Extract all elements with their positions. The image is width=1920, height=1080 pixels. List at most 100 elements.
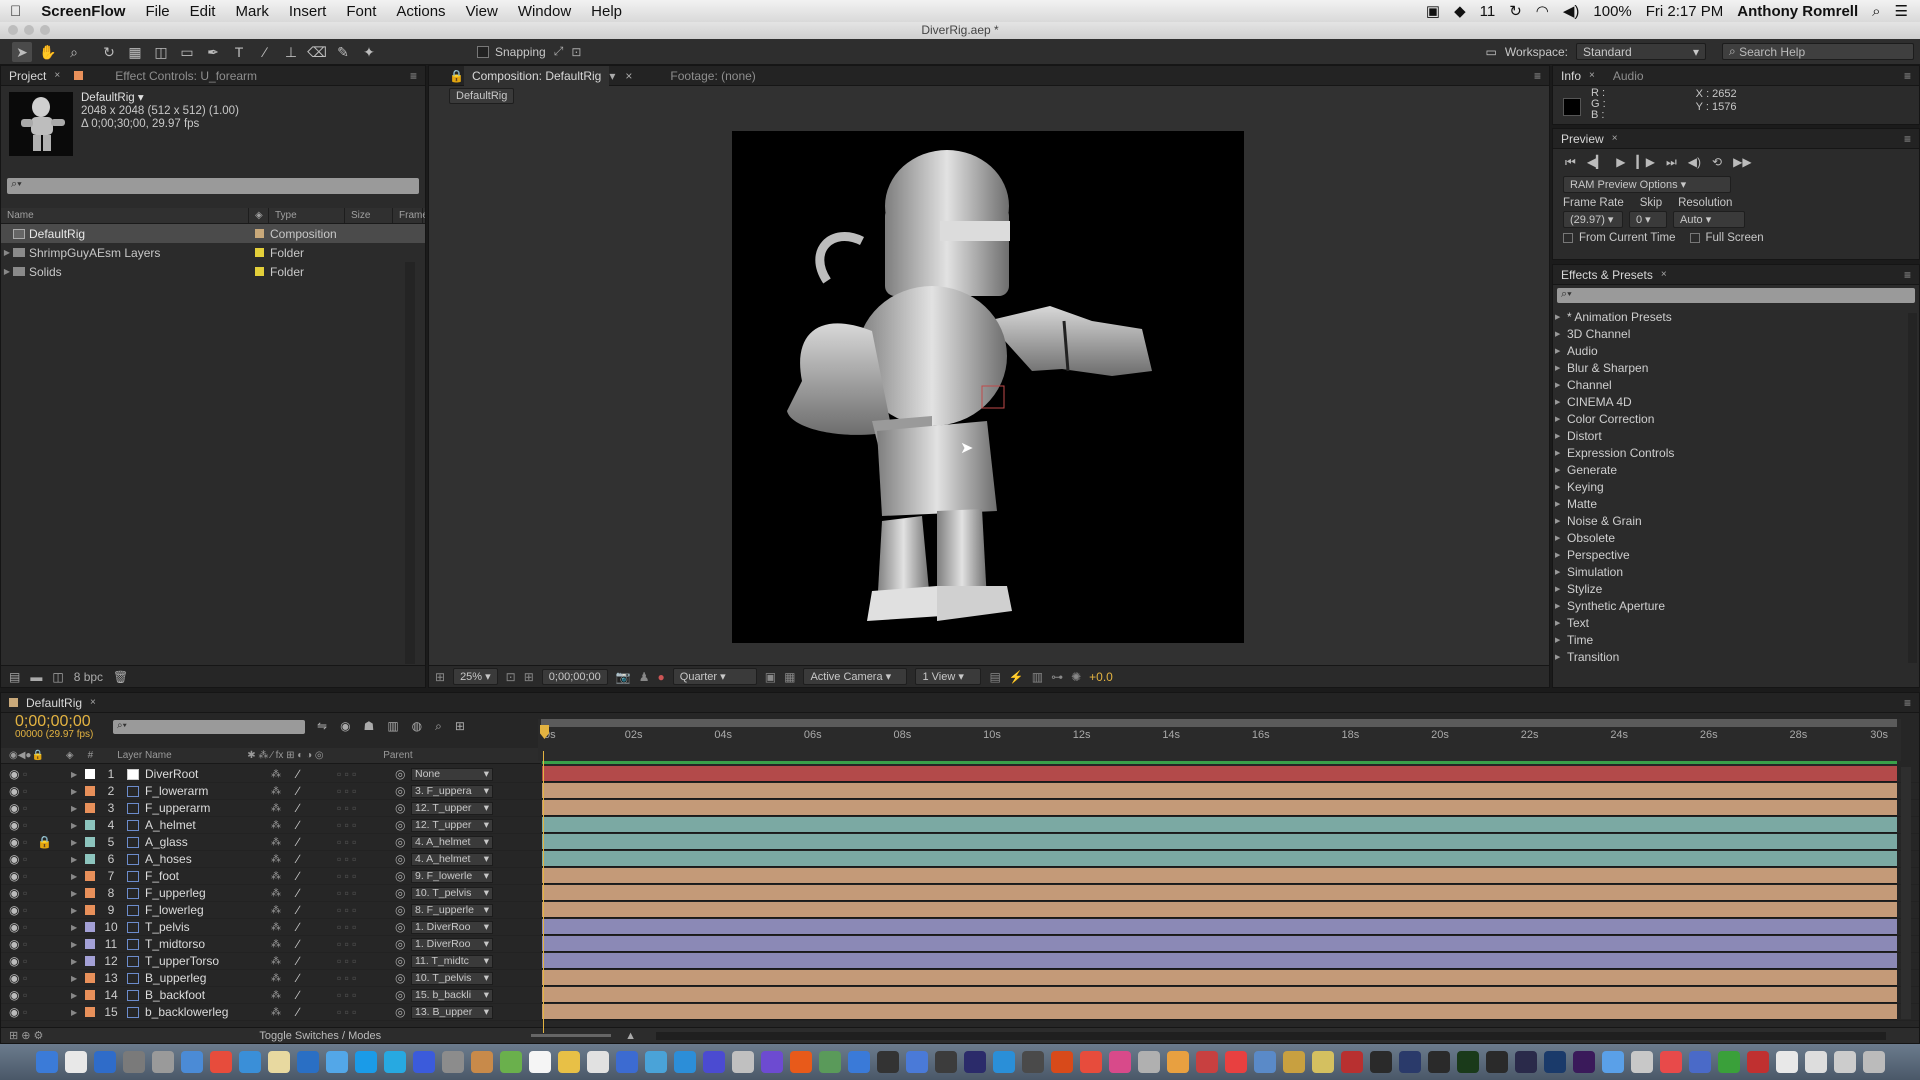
menu-window[interactable]: Window	[508, 3, 581, 20]
hand-tool-icon[interactable]: ✋	[38, 42, 58, 62]
layer-duration-bar[interactable]	[542, 970, 1897, 986]
eraser-tool-icon[interactable]: ⌫	[307, 42, 327, 62]
expand-triangle-icon[interactable]: ▶	[1, 248, 13, 257]
layer-row[interactable]: ◉ ▫ ▶ 7 F_foot ⁂ ∕ ▫ ▫ ▫ ◎ 9. F_lowerle ▾	[1, 868, 1919, 885]
pickwhip-icon[interactable]: ◎	[395, 886, 411, 900]
camera-icon[interactable]: ▣	[1426, 2, 1440, 20]
layer-label-swatch[interactable]	[85, 1007, 95, 1017]
fit-icon[interactable]: ⊡	[506, 670, 516, 684]
parent-select[interactable]: 12. T_upper ▾	[411, 801, 493, 815]
effect-category[interactable]: Generate	[1553, 462, 1919, 479]
shy-switch-icon[interactable]: ⁂	[271, 837, 297, 848]
solo-checkbox[interactable]: ▫	[23, 903, 37, 917]
layer-duration-bar[interactable]	[542, 902, 1897, 918]
layer-label-swatch[interactable]	[85, 939, 95, 949]
switch-boxes[interactable]: ▫ ▫ ▫	[337, 920, 395, 934]
tab-info[interactable]: Info	[1553, 66, 1589, 86]
layer-row[interactable]: ◉ ▫ ▶ 10 T_pelvis ⁂ ∕ ▫ ▫ ▫ ◎ 1. DiverRoo ▾	[1, 919, 1919, 936]
channel-icon[interactable]: ●	[658, 670, 665, 684]
pickwhip-icon[interactable]: ◎	[395, 1005, 411, 1019]
minimize-window-button[interactable]	[24, 25, 34, 35]
dock-app-icon[interactable]	[905, 1051, 928, 1073]
project-row-composition[interactable]: DefaultRig Composition	[1, 224, 425, 243]
close-icon[interactable]: ×	[625, 69, 632, 83]
dock-app-icon[interactable]	[296, 1051, 319, 1073]
layer-row[interactable]: ◉ ▫ ▶ 4 A_helmet ⁂ ∕ ▫ ▫ ▫ ◎ 12. T_upper ▾	[1, 817, 1919, 834]
switch-boxes[interactable]: ▫ ▫ ▫	[337, 954, 395, 968]
pickwhip-icon[interactable]: ◎	[395, 920, 411, 934]
shy-switch-icon[interactable]: ⁂	[271, 854, 297, 865]
toggle-pixel-aspect-icon[interactable]: ▤	[989, 670, 1000, 684]
dock-app-icon[interactable]	[1079, 1051, 1102, 1073]
layer-duration-bar[interactable]	[542, 936, 1897, 952]
dock-app-icon[interactable]	[1601, 1051, 1624, 1073]
expand-triangle-icon[interactable]: ▶	[71, 838, 85, 847]
parent-select[interactable]: 4. A_helmet ▾	[411, 835, 493, 849]
zoom-slider[interactable]	[531, 1034, 612, 1037]
layer-name[interactable]: B_backfoot	[145, 988, 271, 1002]
expand-triangle-icon[interactable]: ▶	[71, 991, 85, 1000]
solo-checkbox[interactable]: ▫	[23, 1005, 37, 1019]
expand-triangle-icon[interactable]: ▶	[71, 1008, 85, 1017]
layer-name[interactable]: A_helmet	[145, 818, 271, 832]
lock-checkbox[interactable]: 🔒	[37, 835, 53, 849]
dock-app-icon[interactable]	[1427, 1051, 1450, 1073]
resolution-select[interactable]: Quarter ▾	[672, 668, 757, 685]
layer-row[interactable]: ◉ ▫ ▶ 13 B_upperleg ⁂ ∕ ▫ ▫ ▫ ◎ 10. T_pelvis ▾	[1, 970, 1919, 987]
effects-scrollbar[interactable]	[1908, 313, 1917, 663]
close-icon[interactable]: ×	[1589, 70, 1595, 81]
exposure-icon[interactable]: ✺	[1071, 670, 1081, 684]
snapshot-icon[interactable]: 📷	[616, 670, 631, 684]
project-item-name[interactable]: DefaultRig ▾	[81, 92, 239, 105]
shy-switch-icon[interactable]: ⁂	[271, 786, 297, 797]
lock-icon[interactable]: 🔒	[449, 69, 464, 83]
expand-triangle-icon[interactable]: ▶	[71, 923, 85, 932]
layer-duration-bar[interactable]	[542, 987, 1897, 1003]
eye-icon[interactable]: ◉	[9, 886, 23, 900]
dock-app-icon[interactable]	[1021, 1051, 1044, 1073]
effect-category[interactable]: Keying	[1553, 479, 1919, 496]
parent-select[interactable]: 13. B_upper ▾	[411, 1005, 493, 1019]
tab-composition[interactable]: Composition: DefaultRig	[463, 66, 610, 86]
menu-font[interactable]: Font	[336, 3, 386, 20]
timeline-timecode[interactable]: 0;00;00;00	[15, 714, 93, 730]
dock-app-icon[interactable]	[325, 1051, 348, 1073]
effect-category[interactable]: Expression Controls	[1553, 445, 1919, 462]
expand-triangle-icon[interactable]: ▶	[1, 267, 13, 276]
pickwhip-icon[interactable]: ◎	[395, 852, 411, 866]
dock-app-icon[interactable]	[1456, 1051, 1479, 1073]
brush-tool-icon[interactable]: ∕	[255, 42, 275, 62]
parent-header[interactable]: Parent	[383, 750, 412, 761]
switch-boxes[interactable]: ▫ ▫ ▫	[337, 988, 395, 1002]
dock-app-icon[interactable]	[238, 1051, 261, 1073]
layer-search-input[interactable]: ⌕▾	[113, 720, 305, 734]
dock-app-icon[interactable]	[209, 1051, 232, 1073]
quality-switch-icon[interactable]: ∕	[297, 767, 337, 781]
layer-label-swatch[interactable]	[85, 922, 95, 932]
pickwhip-icon[interactable]: ◎	[395, 767, 411, 781]
dock-app-icon[interactable]	[934, 1051, 957, 1073]
frame-blending-icon[interactable]: ▥	[387, 719, 398, 734]
switch-boxes[interactable]: ▫ ▫ ▫	[337, 886, 395, 900]
spotlight-icon[interactable]: ⌕	[1872, 3, 1880, 20]
project-row-folder[interactable]: ▶ ShrimpGuyAEsm Layers Folder	[1, 243, 425, 262]
pickwhip-icon[interactable]: ◎	[395, 937, 411, 951]
layer-label-swatch[interactable]	[85, 769, 95, 779]
shy-switch-icon[interactable]: ⁂	[271, 939, 297, 950]
switch-boxes[interactable]: ▫ ▫ ▫	[337, 903, 395, 917]
effect-category[interactable]: * Animation Presets	[1553, 309, 1919, 326]
layer-row[interactable]: ◉ ▫ ▶ 6 A_hoses ⁂ ∕ ▫ ▫ ▫ ◎ 4. A_helmet ▾	[1, 851, 1919, 868]
solo-checkbox[interactable]: ▫	[23, 886, 37, 900]
expand-triangle-icon[interactable]: ▶	[71, 889, 85, 898]
effect-category[interactable]: Stylize	[1553, 581, 1919, 598]
parent-select[interactable]: 4. A_helmet ▾	[411, 852, 493, 866]
effect-category[interactable]: Color Correction	[1553, 411, 1919, 428]
quality-switch-icon[interactable]: ∕	[297, 920, 337, 934]
solo-checkbox[interactable]: ▫	[23, 801, 37, 815]
menu-file[interactable]: File	[135, 3, 179, 20]
ram-preview-options-select[interactable]: RAM Preview Options ▾	[1563, 176, 1731, 193]
layer-row[interactable]: ◉ ▫ ▶ 8 F_upperleg ⁂ ∕ ▫ ▫ ▫ ◎ 10. T_pelvis ▾	[1, 885, 1919, 902]
eye-icon[interactable]: ◉	[9, 784, 23, 798]
switch-boxes[interactable]: ▫ ▫ ▫	[337, 852, 395, 866]
pickwhip-icon[interactable]: ◎	[395, 869, 411, 883]
